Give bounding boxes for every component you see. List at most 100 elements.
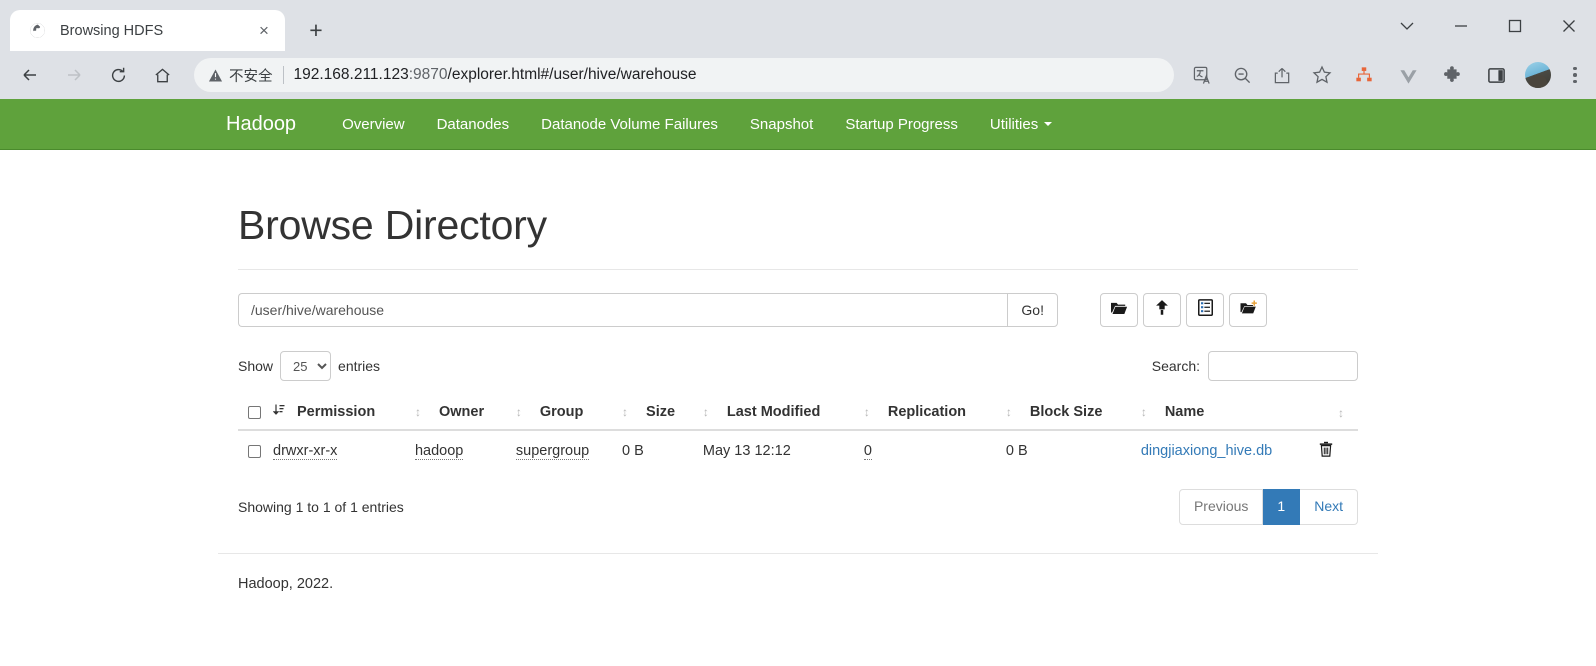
entries-info: Showing 1 to 1 of 1 entries — [238, 498, 404, 515]
back-button[interactable] — [13, 58, 47, 92]
path-input-group: Go! — [238, 293, 1058, 327]
sort-both-icon[interactable]: ↕ — [1006, 405, 1020, 419]
side-panel-icon[interactable] — [1481, 60, 1511, 90]
group-value[interactable]: supergroup — [515, 443, 590, 460]
cell-replication: 0 — [857, 429, 1000, 471]
files-table: Permission ↕ Owner ↕ Group ↕ Size ↕ Last Mod… — [238, 395, 1358, 471]
files-table-body: drwxr-xr-x hadoop supergroup 0 B May 13 … — [238, 429, 1358, 471]
forward-button[interactable] — [57, 58, 91, 92]
sort-asc-icon[interactable] — [272, 403, 287, 419]
column-last-modified[interactable]: ↕ Last Modified — [696, 395, 858, 431]
column-actions[interactable]: ↕ — [1313, 395, 1358, 431]
clipboard-list-icon — [1197, 299, 1213, 321]
cell-last-modified: May 13 12:12 — [696, 429, 858, 471]
browser-tab[interactable]: Browsing HDFS × — [10, 10, 285, 51]
file-name-link[interactable]: dingjiaxiong_hive.db — [1141, 443, 1272, 459]
nav-item-utilities[interactable]: Utilities — [974, 116, 1068, 133]
bookmark-star-icon[interactable] — [1307, 60, 1337, 90]
create-directory-button[interactable] — [1229, 293, 1267, 327]
new-tab-button[interactable]: + — [299, 13, 333, 47]
cell-size: 0 B — [616, 429, 697, 471]
row-checkbox[interactable] — [248, 444, 261, 458]
translate-icon[interactable] — [1187, 60, 1217, 90]
search-input[interactable] — [1208, 351, 1358, 381]
nav-item-datanodes[interactable]: Datanodes — [421, 116, 526, 133]
sitemap-extension-icon[interactable] — [1349, 60, 1379, 90]
vue-devtools-icon[interactable] — [1393, 60, 1423, 90]
profile-avatar[interactable] — [1525, 62, 1551, 88]
share-icon[interactable] — [1267, 60, 1297, 90]
column-group-label: Group — [539, 404, 584, 420]
chevron-down-icon — [1044, 122, 1053, 126]
nav-item-overview[interactable]: Overview — [326, 116, 421, 133]
nav-item-snapshot[interactable]: Snapshot — [734, 116, 829, 133]
sort-both-icon[interactable]: ↕ — [864, 405, 878, 419]
column-permission[interactable]: Permission — [267, 395, 409, 431]
entries-label: entries — [338, 358, 381, 374]
upload-button[interactable] — [1143, 293, 1181, 327]
column-size[interactable]: ↕ Size — [616, 395, 697, 431]
tab-search-icon[interactable] — [1380, 0, 1434, 51]
column-block-size[interactable]: ↕ Block Size — [999, 395, 1135, 431]
globe-icon — [28, 21, 46, 40]
sort-both-icon[interactable]: ↕ — [415, 405, 429, 419]
cell-actions — [1313, 429, 1358, 471]
reload-button[interactable] — [101, 58, 135, 92]
column-replication[interactable]: ↕ Replication — [857, 395, 1000, 431]
table-row[interactable]: drwxr-xr-x hadoop supergroup 0 B May 13 … — [238, 429, 1358, 471]
page-size-select[interactable]: 25 — [280, 351, 332, 381]
close-tab-icon[interactable]: × — [253, 20, 275, 42]
sort-both-icon[interactable]: ↕ — [516, 405, 530, 419]
column-group[interactable]: ↕ Group — [509, 395, 617, 431]
owner-value[interactable]: hadoop — [414, 443, 464, 460]
sort-both-icon[interactable]: ↕ — [703, 405, 717, 419]
home-button[interactable] — [145, 58, 179, 92]
replication-value[interactable]: 0 — [863, 443, 872, 460]
three-dot-menu-icon[interactable] — [1562, 60, 1588, 90]
toolbar-icons — [1182, 60, 1588, 90]
nav-item-datanode-volume-failures[interactable]: Datanode Volume Failures — [525, 116, 734, 133]
column-owner-label: Owner — [438, 404, 485, 420]
column-name-label: Name — [1164, 404, 1205, 420]
show-entries-control: Show 25 entries — [238, 351, 380, 381]
column-name[interactable]: ↕ Name — [1134, 395, 1314, 431]
hadoop-navbar: Hadoop Overview Datanodes Datanode Volum… — [0, 99, 1596, 150]
search-control: Search: — [1152, 351, 1358, 381]
table-header-row: Permission ↕ Owner ↕ Group ↕ Size ↕ Last Mod… — [238, 395, 1358, 431]
title-divider — [238, 269, 1358, 270]
tab-strip: Browsing HDFS × + — [0, 0, 1596, 51]
minimize-icon[interactable] — [1434, 0, 1488, 51]
tab-title: Browsing HDFS — [60, 22, 164, 39]
warning-triangle-icon — [208, 68, 223, 83]
zoom-out-icon[interactable] — [1227, 60, 1257, 90]
close-window-icon[interactable] — [1542, 0, 1596, 51]
column-last-modified-label: Last Modified — [726, 404, 821, 420]
select-all-checkbox[interactable] — [248, 405, 261, 419]
go-button[interactable]: Go! — [1007, 293, 1058, 327]
trash-icon[interactable] — [1319, 441, 1333, 461]
pagination-page-1[interactable]: 1 — [1263, 489, 1301, 525]
puzzle-extensions-icon[interactable] — [1437, 60, 1467, 90]
pagination-next[interactable]: Next — [1300, 489, 1358, 525]
pagination-previous[interactable]: Previous — [1178, 489, 1264, 525]
omnibox-divider — [282, 66, 284, 84]
column-permission-label: Permission — [297, 404, 376, 420]
upload-arrow-icon — [1153, 299, 1171, 321]
nav-item-startup-progress[interactable]: Startup Progress — [829, 116, 974, 133]
path-input[interactable] — [238, 293, 1008, 327]
column-owner[interactable]: ↕ Owner — [408, 395, 510, 431]
hadoop-brand[interactable]: Hadoop — [226, 113, 296, 136]
directory-actions — [1100, 293, 1267, 327]
table-controls: Show 25 entries Search: — [238, 351, 1358, 381]
column-block-size-label: Block Size — [1029, 404, 1103, 420]
maximize-icon[interactable] — [1488, 0, 1542, 51]
pagination: Previous 1 Next — [1178, 489, 1358, 525]
address-bar[interactable]: 不安全 192.168.211.123:9870/explorer.html#/… — [194, 58, 1174, 92]
permission-value[interactable]: drwxr-xr-x — [273, 443, 338, 460]
open-folder-button[interactable] — [1100, 293, 1138, 327]
cut-paste-button[interactable] — [1186, 293, 1224, 327]
sort-both-icon[interactable]: ↕ — [1338, 406, 1352, 420]
sort-both-icon[interactable]: ↕ — [622, 405, 636, 419]
sort-both-icon[interactable]: ↕ — [1141, 405, 1155, 419]
page-title: Browse Directory — [238, 202, 547, 248]
